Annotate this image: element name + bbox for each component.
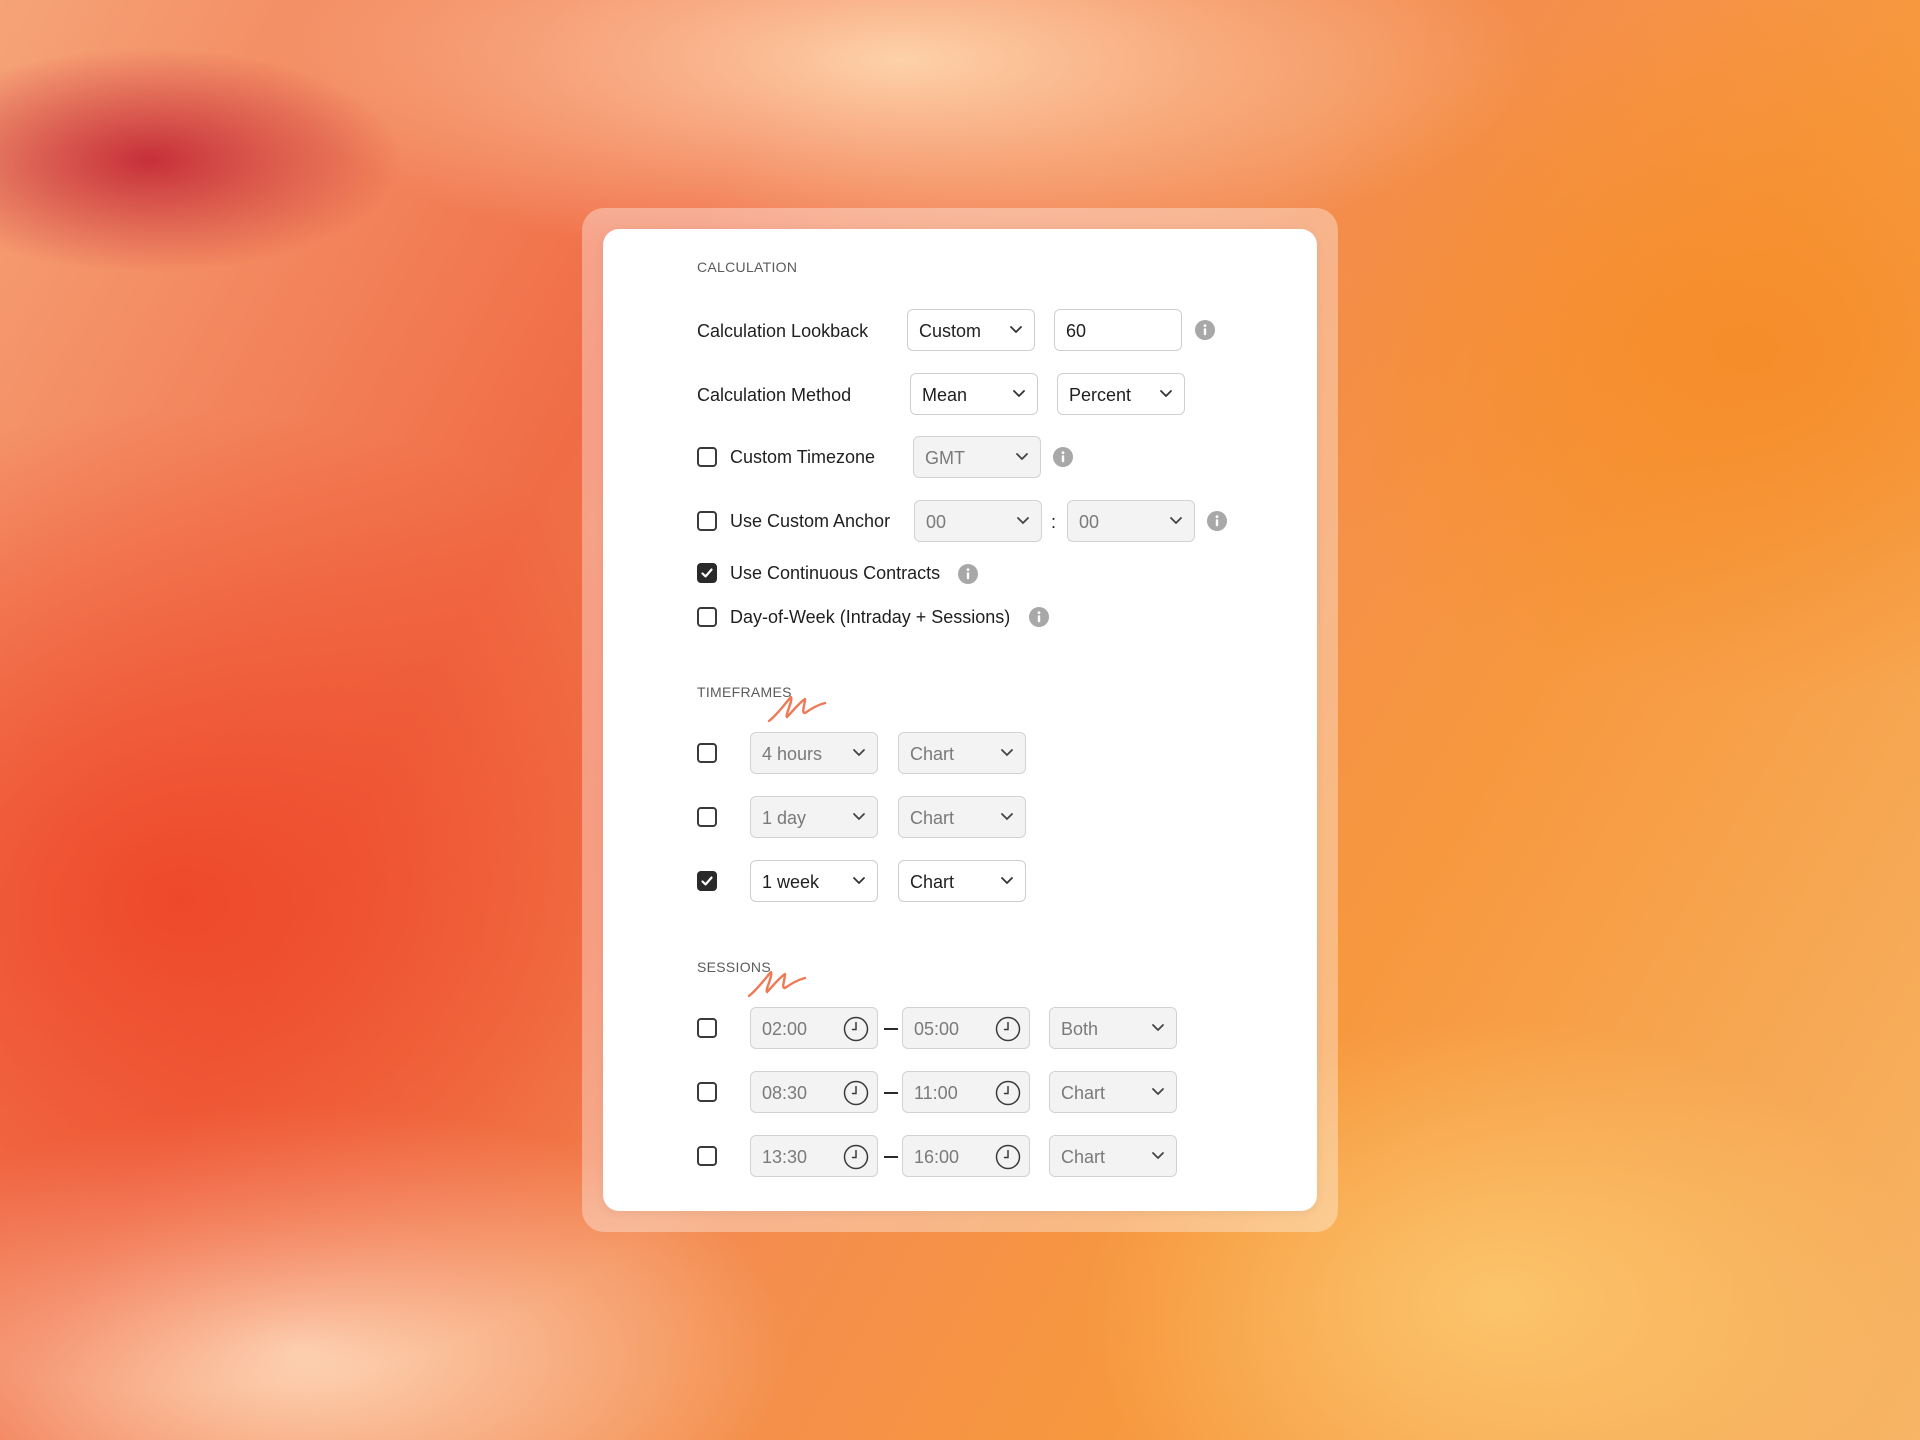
timeframe-row-3-period-value: 1 week — [762, 872, 820, 892]
chevron-down-icon — [1001, 877, 1013, 884]
clock-icon[interactable] — [995, 1144, 1021, 1170]
custom-anchor-checkbox[interactable] — [697, 511, 717, 531]
session-row-3-start-time[interactable]: 13:30 — [750, 1135, 878, 1177]
timeframe-row-1-display-value: Chart — [910, 744, 955, 764]
continuous-contracts-label: Use Continuous Contracts — [730, 563, 941, 583]
session-row-2-display-select[interactable]: Chart — [1049, 1071, 1177, 1113]
method-unit-select[interactable]: Percent — [1057, 373, 1185, 415]
check-icon — [701, 568, 713, 578]
chevron-down-icon — [1010, 326, 1022, 333]
custom-timezone-label: Custom Timezone — [730, 447, 876, 467]
method-stat-value: Mean — [922, 385, 968, 405]
session-row-2-display-value: Chart — [1061, 1083, 1106, 1103]
check-icon — [701, 876, 713, 886]
timeframe-row-2-period-select[interactable]: 1 day — [750, 796, 878, 838]
session-row-2-start-value: 08:30 — [762, 1083, 808, 1103]
clock-icon[interactable] — [843, 1016, 869, 1042]
clock-icon[interactable] — [843, 1144, 869, 1170]
timeframe-row-3-checkbox[interactable] — [697, 871, 717, 891]
timeframe-row-1-period-value: 4 hours — [762, 744, 823, 764]
clock-icon[interactable] — [843, 1080, 869, 1106]
timeframe-row-2-display-value: Chart — [910, 808, 955, 828]
section-title-calculation: CALCULATION — [697, 259, 798, 275]
anchor-hour-value: 00 — [926, 512, 947, 532]
session-row-1-display-select[interactable]: Both — [1049, 1007, 1177, 1049]
session-row-3-start-value: 13:30 — [762, 1147, 808, 1167]
lookback-value-text: 60 — [1066, 321, 1087, 341]
timeframe-row-1-display-select[interactable]: Chart — [898, 732, 1026, 774]
custom-anchor-label: Use Custom Anchor — [730, 511, 891, 531]
info-icon[interactable] — [1029, 607, 1049, 627]
lookback-mode-value: Custom — [919, 321, 982, 341]
timeframe-row-3-display-value: Chart — [910, 872, 955, 892]
info-icon[interactable] — [958, 564, 978, 584]
timeframe-row-3-period-select[interactable]: 1 week — [750, 860, 878, 902]
session-row-3-display-select[interactable]: Chart — [1049, 1135, 1177, 1177]
clock-icon[interactable] — [995, 1080, 1021, 1106]
anchor-minute-value: 00 — [1079, 512, 1100, 532]
timeframe-row-2-period-value: 1 day — [762, 808, 807, 828]
info-icon[interactable] — [1053, 447, 1073, 467]
info-icon[interactable] — [1207, 511, 1227, 531]
session-row-2-end-time[interactable]: 11:00 — [902, 1071, 1030, 1113]
timeframe-row-1-checkbox[interactable] — [697, 743, 717, 763]
session-row-2-end-value: 11:00 — [914, 1083, 958, 1103]
timezone-select[interactable]: GMT — [913, 436, 1041, 478]
chevron-down-icon — [1001, 813, 1013, 820]
timeframe-row-2-checkbox[interactable] — [697, 807, 717, 827]
scribble-decoration — [747, 970, 807, 998]
lookback-value-input[interactable]: 60 — [1054, 309, 1182, 351]
settings-panel: CALCULATION Calculation Lookback Custom … — [603, 229, 1317, 1211]
chevron-down-icon — [1152, 1088, 1164, 1095]
timeframe-row-2-display-select[interactable]: Chart — [898, 796, 1026, 838]
session-row-3-display-value: Chart — [1061, 1147, 1106, 1167]
session-row-1-end-time[interactable]: 05:00 — [902, 1007, 1030, 1049]
session-row-2-checkbox[interactable] — [697, 1082, 717, 1102]
chevron-down-icon — [1152, 1024, 1164, 1031]
session-row-3-end-time[interactable]: 16:00 — [902, 1135, 1030, 1177]
session-row-1-start-value: 02:00 — [762, 1019, 808, 1039]
chevron-down-icon — [1013, 390, 1025, 397]
timezone-value: GMT — [925, 448, 965, 468]
chevron-down-icon — [853, 749, 865, 756]
calculation-method-label: Calculation Method — [697, 385, 852, 405]
day-of-week-checkbox[interactable] — [697, 607, 717, 627]
chevron-down-icon — [1170, 517, 1182, 524]
chevron-down-icon — [853, 877, 865, 884]
chevron-down-icon — [853, 813, 865, 820]
custom-timezone-checkbox[interactable] — [697, 447, 717, 467]
session-row-1-checkbox[interactable] — [697, 1018, 717, 1038]
time-range-dash — [884, 1028, 898, 1030]
calculation-lookback-label: Calculation Lookback — [697, 321, 869, 341]
info-icon[interactable] — [1195, 320, 1215, 340]
method-unit-value: Percent — [1069, 385, 1132, 405]
session-row-2-start-time[interactable]: 08:30 — [750, 1071, 878, 1113]
session-row-1-start-time[interactable]: 02:00 — [750, 1007, 878, 1049]
method-stat-select[interactable]: Mean — [910, 373, 1038, 415]
chevron-down-icon — [1160, 390, 1172, 397]
anchor-time-separator: : — [1051, 512, 1057, 532]
anchor-minute-select[interactable]: 00 — [1067, 500, 1195, 542]
time-range-dash — [884, 1092, 898, 1094]
timeframe-row-3-display-select[interactable]: Chart — [898, 860, 1026, 902]
day-of-week-label: Day-of-Week (Intraday + Sessions) — [730, 607, 1011, 627]
chevron-down-icon — [1016, 453, 1028, 460]
session-row-3-checkbox[interactable] — [697, 1146, 717, 1166]
chevron-down-icon — [1017, 517, 1029, 524]
session-row-1-display-value: Both — [1061, 1019, 1099, 1039]
scribble-decoration — [767, 695, 827, 723]
chevron-down-icon — [1001, 749, 1013, 756]
chevron-down-icon — [1152, 1152, 1164, 1159]
time-range-dash — [884, 1156, 898, 1158]
lookback-mode-select[interactable]: Custom — [907, 309, 1035, 351]
timeframe-row-1-period-select[interactable]: 4 hours — [750, 732, 878, 774]
continuous-contracts-checkbox[interactable] — [697, 563, 717, 583]
clock-icon[interactable] — [995, 1016, 1021, 1042]
session-row-1-end-value: 05:00 — [914, 1019, 960, 1039]
session-row-3-end-value: 16:00 — [914, 1147, 960, 1167]
anchor-hour-select[interactable]: 00 — [914, 500, 1042, 542]
